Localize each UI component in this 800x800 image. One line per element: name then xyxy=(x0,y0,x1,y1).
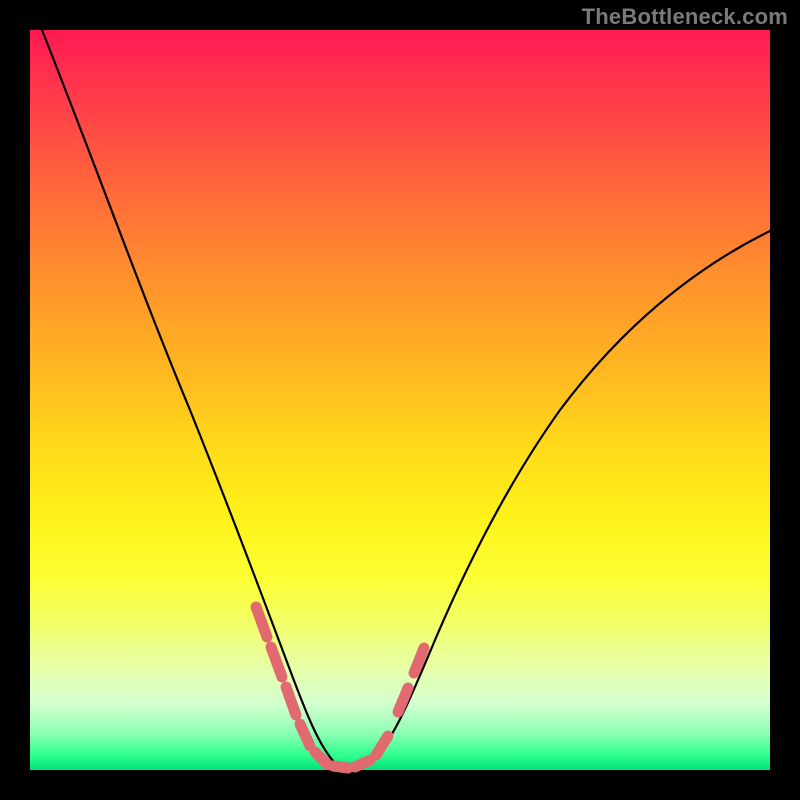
highlight-seg xyxy=(271,647,282,677)
highlight-seg xyxy=(300,724,310,746)
highlight-seg xyxy=(315,752,327,764)
highlight-seg xyxy=(333,766,348,768)
highlight-seg xyxy=(355,760,370,767)
bottleneck-curve-path xyxy=(38,20,772,769)
outer-frame: TheBottleneck.com xyxy=(0,0,800,800)
highlight-seg xyxy=(286,687,296,715)
highlight-seg xyxy=(256,607,267,637)
curve-overlay xyxy=(30,30,770,770)
highlight-dashes xyxy=(256,607,424,768)
watermark-text: TheBottleneck.com xyxy=(582,4,788,30)
highlight-seg xyxy=(398,688,408,712)
highlight-seg xyxy=(376,736,388,755)
